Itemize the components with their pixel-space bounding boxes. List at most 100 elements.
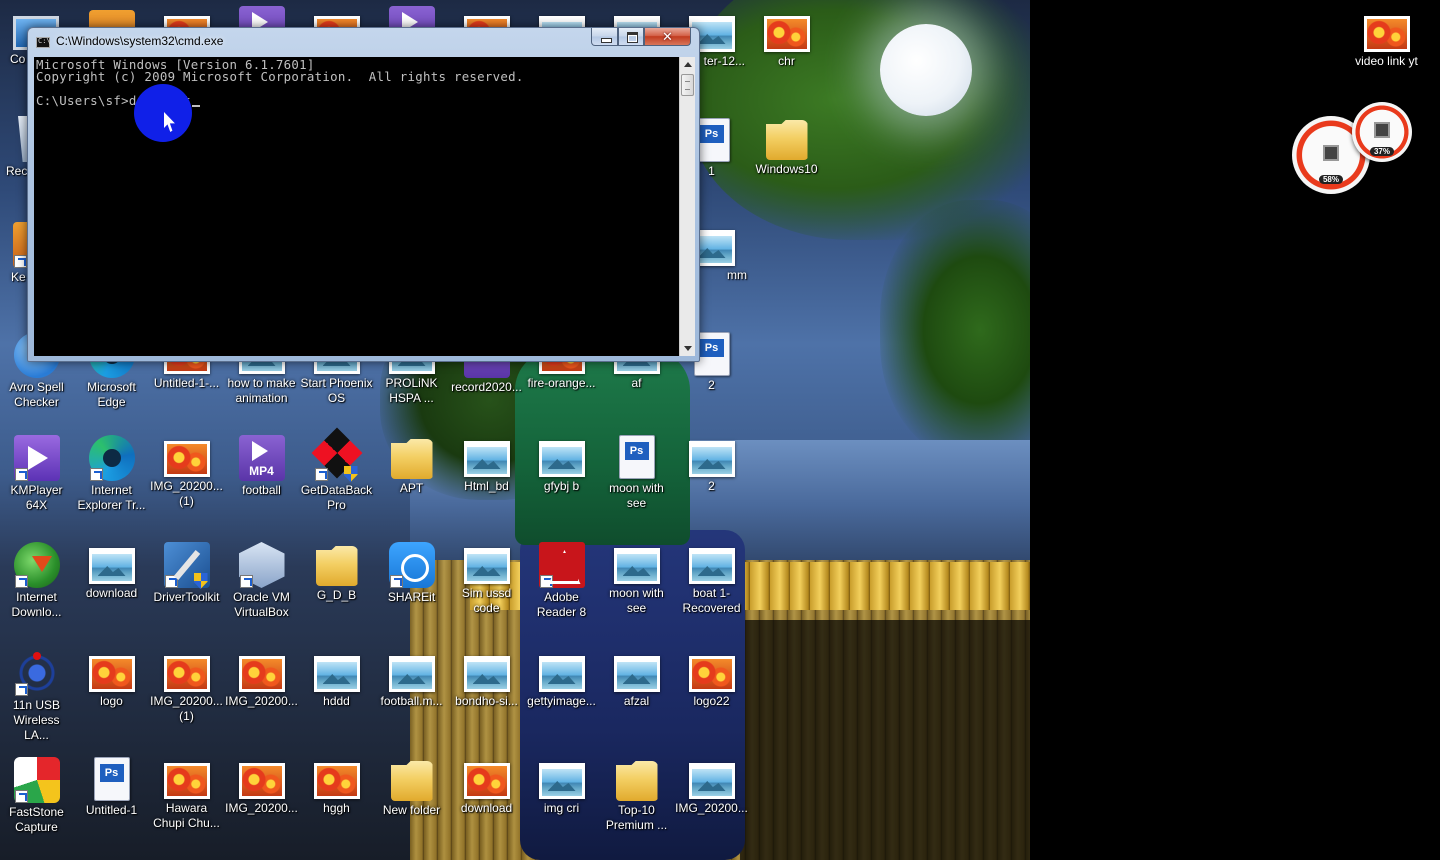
shortcut-arrow-icon [314, 468, 328, 481]
desktop-icon-windows10[interactable]: Windows10 [749, 116, 824, 177]
image-file-icon [313, 763, 360, 799]
desktop-icon-img-5[interactable]: IMG_20200... [674, 757, 749, 816]
desktop-icon-kmplayer[interactable]: KMPlayer 64X [0, 435, 74, 513]
shortcut-arrow-icon [14, 683, 28, 696]
ps-badge-icon: Ps [99, 764, 124, 782]
image-file-icon [163, 763, 210, 799]
scroll-down-arrow-icon[interactable] [680, 340, 695, 356]
desktop-icon-video-link-yt[interactable]: video link yt [1349, 10, 1424, 69]
desktop-icon-html-bd[interactable]: Html_bd [449, 435, 524, 494]
desktop-icon-boat[interactable]: boat 1-Recovered [674, 542, 749, 616]
ps-badge-icon: Ps [624, 442, 649, 460]
desktop-icon-adobe-reader[interactable]: Adobe Reader 8 [524, 542, 599, 620]
maximize-button[interactable] [618, 28, 644, 46]
wireless-adapter-icon [13, 650, 60, 696]
shortcut-arrow-icon [164, 575, 178, 588]
desktop-icon-hggh[interactable]: hggh [299, 757, 374, 816]
image-file-icon [88, 548, 135, 584]
shortcut-arrow-icon [89, 468, 103, 481]
uac-shield-icon [343, 466, 358, 482]
text-caret [191, 105, 200, 107]
vertical-scrollbar[interactable] [679, 57, 695, 356]
photoshop-file-icon: Ps [93, 757, 130, 801]
desktop-icon-football[interactable]: MP4 football [224, 435, 299, 498]
image-file-icon [463, 441, 510, 477]
desktop-icon-hawara[interactable]: Hawara Chupi Chu... [149, 757, 224, 831]
folder-icon [390, 439, 433, 479]
desktop-icon-afzal[interactable]: afzal [599, 650, 674, 709]
shortcut-arrow-icon [539, 575, 553, 588]
shortcut-arrow-icon [13, 255, 27, 268]
desktop-icon-download-1[interactable]: download [74, 542, 149, 601]
desktop-icon-faststone[interactable]: FastStone Capture [0, 757, 74, 835]
desktop-icon-img-3[interactable]: IMG_20200... [224, 650, 299, 709]
desktop-icon-moon-with-see[interactable]: moon with see [599, 542, 674, 616]
desktop-icon-img-cri[interactable]: img cri [524, 757, 599, 816]
wallpaper-moon [880, 24, 972, 116]
image-file-icon [238, 656, 285, 692]
desktop-icon-moon-with-see-ps[interactable]: Ps moon with see [599, 435, 674, 511]
folder-icon [315, 546, 358, 586]
image-file-icon [538, 656, 585, 692]
cmd-titlebar[interactable]: C:\Windows\system32\cmd.exe [28, 28, 699, 55]
desktop-icon-idm[interactable]: Internet Downlo... [0, 542, 74, 620]
desktop-icon-top-10[interactable]: Top-10 Premium ... [599, 757, 674, 833]
desktop-icon-internet-explorer[interactable]: Internet Explorer Tr... [74, 435, 149, 513]
window-title: C:\Windows\system32\cmd.exe [56, 34, 224, 48]
ps-badge-icon: Ps [699, 339, 724, 357]
shortcut-arrow-icon [14, 468, 28, 481]
desktop-icon-sim-ussd[interactable]: Sim ussd code [449, 542, 524, 616]
desktop-icon-logo[interactable]: logo [74, 650, 149, 709]
cpu-meter-gadget[interactable]: 58% 37% [1290, 102, 1415, 197]
desktop-icon-chr[interactable]: chr [749, 10, 824, 69]
photoshop-file-icon: Ps [618, 435, 655, 479]
console-output[interactable]: Microsoft Windows [Version 6.1.7601] Cop… [34, 57, 679, 356]
image-file-icon [538, 763, 585, 799]
minimize-button[interactable] [591, 28, 618, 46]
scroll-up-arrow-icon[interactable] [680, 57, 695, 73]
desktop-icon-img-4[interactable]: IMG_20200... [224, 757, 299, 816]
desktop-icon-img-1[interactable]: IMG_20200... (1) [149, 435, 224, 509]
shortcut-arrow-icon [14, 790, 28, 803]
desktop-icon-img-2[interactable]: IMG_20200... (1) [149, 650, 224, 724]
internet-explorer-icon [88, 435, 135, 481]
desktop-icon-apt[interactable]: APT [374, 435, 449, 496]
desktop-icon-bondho[interactable]: bondho-si... [449, 650, 524, 709]
wallpaper-tree [880, 200, 1030, 460]
memory-percent: 37% [1370, 147, 1394, 156]
close-button[interactable] [644, 28, 691, 46]
desktop-icon-g-d-b[interactable]: G_D_B [299, 542, 374, 603]
shortcut-arrow-icon [239, 575, 253, 588]
desktop-icon-download-2[interactable]: download [449, 757, 524, 816]
desktop-icon-virtualbox[interactable]: Oracle VM VirtualBox [224, 542, 299, 620]
image-file-icon [613, 656, 660, 692]
cmd-window[interactable]: C:\Windows\system32\cmd.exe Microsoft Wi… [27, 27, 700, 362]
image-file-icon [463, 548, 510, 584]
image-file-icon [688, 656, 735, 692]
cpu-chip-icon [1323, 145, 1339, 161]
wallpaper-shadow [740, 620, 1030, 860]
cpu-percent: 58% [1319, 175, 1343, 184]
desktop-icon-gettyimage[interactable]: gettyimage... [524, 650, 599, 709]
desktop-icon-2[interactable]: 2 [674, 435, 749, 494]
shareit-icon [388, 542, 435, 588]
desktop-icon-football-m[interactable]: football.m... [374, 650, 449, 709]
desktop-icon-drivertoolkit[interactable]: DriverToolkit [149, 542, 224, 605]
mp4-file-icon: MP4 [238, 435, 285, 481]
shortcut-arrow-icon [14, 575, 28, 588]
desktop-icon-untitled-1[interactable]: Ps Untitled-1 [74, 757, 149, 818]
virtualbox-icon [238, 542, 285, 588]
getdataback-icon [311, 427, 362, 482]
desktop-icon-shareit[interactable]: SHAREit [374, 542, 449, 605]
desktop-icon-new-folder[interactable]: New folder [374, 757, 449, 818]
desktop-icon-logo22[interactable]: logo22 [674, 650, 749, 709]
cmd-app-icon[interactable] [36, 37, 51, 48]
scrollbar-thumb[interactable] [681, 74, 694, 96]
desktop-icon-hddd[interactable]: hddd [299, 650, 374, 709]
memory-gauge: 37% [1352, 102, 1412, 162]
desktop-icon-getdataback[interactable]: GetDataBack Pro [299, 427, 374, 513]
desktop-icon-gfybj[interactable]: gfybj b [524, 435, 599, 494]
folder-icon [765, 120, 808, 160]
desktop-icon-usb-wireless[interactable]: 11n USB Wireless LA... [0, 650, 74, 743]
image-file-icon [163, 656, 210, 692]
